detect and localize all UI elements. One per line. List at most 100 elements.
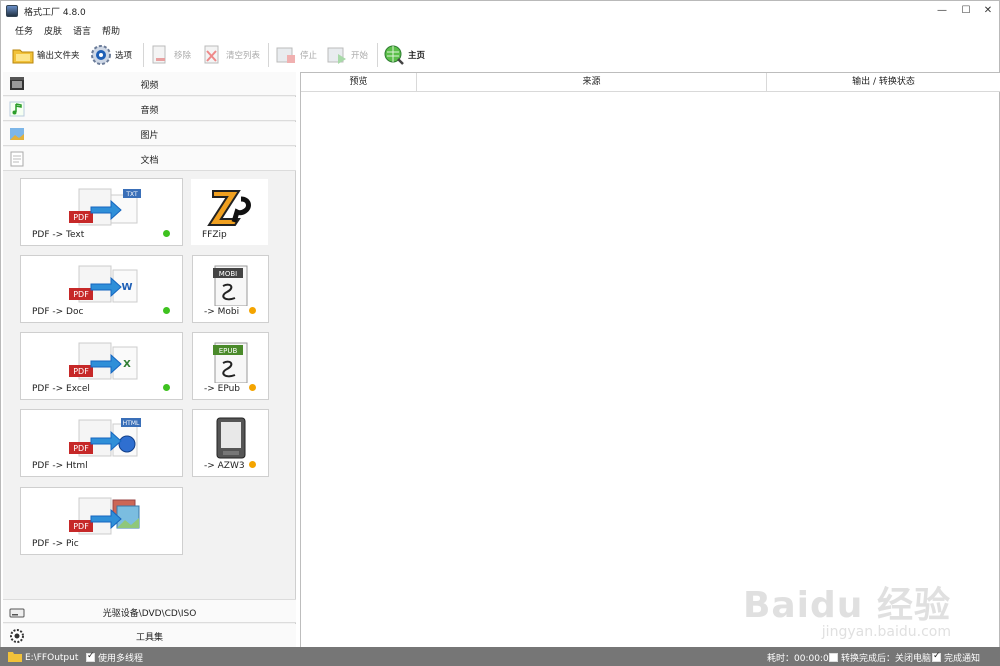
tile-pdf-to-html[interactable]: PDF HTML PDF -> Html [20, 409, 183, 477]
title-bar: 格式工厂 4.8.0 — ☐ ✕ [1, 1, 999, 21]
category-document[interactable]: 文档 [3, 147, 296, 171]
category-document-label: 文档 [140, 156, 159, 166]
tile-label: PDF -> Excel [32, 384, 90, 394]
epub-icon: EPUB [213, 342, 248, 383]
column-preview[interactable]: 预览 [301, 73, 417, 92]
status-dot [163, 230, 170, 237]
category-video-label: 视频 [140, 81, 159, 91]
globe-search-icon [383, 44, 405, 66]
baidu-watermark: Baidu 经验 jingyan.baidu.com [742, 585, 951, 640]
svg-text:PDF: PDF [73, 522, 89, 531]
output-folder-button[interactable]: 输出文件夹 [12, 43, 80, 67]
menu-task[interactable]: 任务 [15, 24, 33, 37]
play-icon [326, 44, 348, 66]
column-output-status[interactable]: 输出 / 转换状态 [767, 73, 1000, 92]
status-dot [249, 461, 256, 468]
category-tools-label: 工具集 [135, 633, 163, 643]
multithread-checkbox[interactable]: 使用多线程 [86, 651, 143, 664]
stop-label: 停止 [300, 51, 318, 61]
svg-text:HTML: HTML [123, 420, 140, 427]
column-source[interactable]: 来源 [417, 73, 767, 92]
tile-label: PDF -> Doc [32, 307, 84, 317]
svg-text:MOBI: MOBI [219, 270, 237, 278]
pdf-to-html-icon: PDF HTML [69, 418, 141, 457]
close-button[interactable]: ✕ [975, 3, 1000, 19]
stop-button[interactable]: 停止 [275, 43, 317, 67]
after-convert-label: 转换完成后：关闭电脑 [841, 654, 932, 664]
svg-text:W: W [121, 282, 132, 293]
output-path-text: E:\FFOutput [25, 653, 79, 663]
pdf-to-text-icon: PDF TXT [69, 188, 141, 226]
svg-text:X: X [123, 359, 131, 370]
tile-to-epub[interactable]: EPUB -> EPub [192, 332, 269, 400]
pdf-to-excel-icon: PDF X [69, 342, 138, 380]
tile-label: -> EPub [204, 384, 241, 394]
tile-label: -> Mobi [204, 307, 240, 317]
category-video[interactable]: 视频 [3, 72, 296, 96]
after-convert-checkbox[interactable]: 转换完成后：关闭电脑 [829, 651, 931, 664]
menu-help[interactable]: 帮助 [102, 24, 120, 37]
tile-label: PDF -> Html [32, 461, 88, 471]
clear-list-button[interactable]: 清空列表 [201, 43, 260, 67]
category-tools[interactable]: 工具集 [3, 624, 296, 648]
pdf-to-pic-icon: PDF [69, 497, 140, 535]
status-dot [249, 384, 256, 391]
folder-icon [8, 651, 22, 665]
tile-to-mobi[interactable]: MOBI -> Mobi [192, 255, 269, 323]
status-dot [163, 384, 170, 391]
multithread-label: 使用多线程 [98, 654, 144, 664]
category-rom-device[interactable]: 光驱设备\DVD\CD\ISO [3, 599, 296, 623]
category-audio-label: 音频 [140, 106, 159, 116]
stop-icon [275, 44, 297, 66]
menu-bar: 任务 皮肤 语言 帮助 [1, 21, 999, 39]
svg-text:TXT: TXT [125, 191, 138, 198]
remove-label: 移除 [174, 51, 192, 61]
category-image-label: 图片 [140, 131, 159, 141]
home-button[interactable]: 主页 [383, 43, 425, 67]
status-dot [163, 307, 170, 314]
checkbox[interactable] [86, 651, 95, 662]
start-button[interactable]: 开始 [326, 43, 368, 67]
task-list[interactable]: 预览 来源 输出 / 转换状态 [300, 72, 1000, 647]
tile-ffzip[interactable]: FFZip [190, 178, 269, 246]
svg-text:PDF: PDF [73, 290, 89, 299]
svg-text:PDF: PDF [73, 213, 89, 222]
clear-list-label: 清空列表 [226, 51, 261, 61]
notify-checkbox[interactable]: 完成通知 [932, 651, 980, 664]
tile-pdf-to-doc[interactable]: PDF W PDF -> Doc [20, 255, 183, 323]
folder-icon [12, 44, 34, 66]
tile-label: -> AZW3 [204, 461, 245, 471]
gear-icon [90, 44, 112, 66]
svg-text:EPUB: EPUB [219, 347, 238, 355]
output-path[interactable]: E:\FFOutput [8, 651, 78, 665]
svg-text:PDF: PDF [73, 444, 89, 453]
home-label: 主页 [408, 51, 426, 61]
tile-pdf-to-pic[interactable]: PDF PDF -> Pic [20, 487, 183, 555]
menu-language[interactable]: 语言 [73, 24, 91, 37]
tile-pdf-to-text[interactable]: PDF TXT PDF -> Text [20, 178, 183, 246]
category-image[interactable]: 图片 [3, 122, 296, 146]
toolbar-separator [377, 43, 378, 67]
checkbox[interactable] [932, 651, 941, 662]
status-dot [249, 307, 256, 314]
toolbar-separator [143, 43, 144, 67]
remove-button[interactable]: 移除 [149, 43, 191, 67]
tile-pdf-to-excel[interactable]: PDF X PDF -> Excel [20, 332, 183, 400]
start-label: 开始 [351, 51, 369, 61]
app-window: 格式工厂 4.8.0 — ☐ ✕ 任务 皮肤 语言 帮助 输出文件夹 选项 移除… [0, 0, 1000, 666]
elapsed-time: 耗时：00:00:00 [767, 654, 835, 664]
toolbar-separator [268, 43, 269, 67]
ffzip-icon [207, 190, 251, 226]
app-icon [6, 5, 18, 17]
minimize-button[interactable]: — [929, 3, 955, 19]
menu-skin[interactable]: 皮肤 [44, 24, 62, 37]
category-audio[interactable]: 音频 [3, 97, 296, 121]
tile-to-azw3[interactable]: -> AZW3 [192, 409, 269, 477]
mobi-icon: MOBI [213, 265, 248, 306]
svg-text:PDF: PDF [73, 367, 89, 376]
ereader-icon [216, 417, 246, 459]
output-folder-label: 输出文件夹 [37, 51, 80, 61]
options-button[interactable]: 选项 [90, 43, 132, 67]
tile-label: FFZip [202, 230, 227, 240]
checkbox[interactable] [829, 653, 838, 662]
